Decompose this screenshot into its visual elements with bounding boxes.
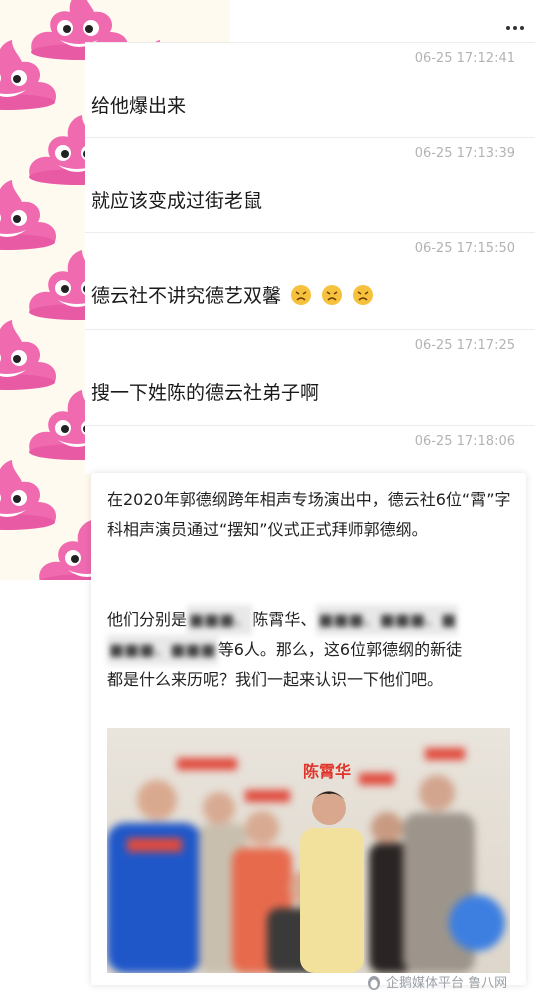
penguin-logo-icon [368,975,380,990]
source-watermark: 企鹅媒体平台 鲁八网 [366,972,507,991]
comment-card[interactable]: 06-25 17:12:41 给他爆出来 [85,42,535,138]
photo-name-label: 陈霄华 [303,762,352,781]
article-paragraph-2: 他们分别是 ■■■、 陈霄华、 ■■■、■■■、■ ■■■、■■■ 等6人。那么，这6位… [107,605,512,695]
comment-timestamp: 06-25 17:17:25 [414,338,515,353]
comment-text: 德云社不讲究德艺双馨 [91,285,282,307]
comment-timestamp: 06-25 17:15:50 [414,241,515,256]
more-dots-icon [506,26,510,30]
more-options-button[interactable] [500,16,530,40]
center-person [300,791,364,973]
shared-article-card[interactable]: 在2020年郭德纲跨年相声专场演出中，德云社6位“霄”字科相声演员通过“摆知”仪… [91,473,526,985]
angry-face-icon [291,285,312,305]
comment-card[interactable]: 06-25 17:13:39 就应该变成过街老鼠 [85,137,535,233]
comment-text-row: 德云社不讲究德艺双馨 [91,281,377,311]
comment-timestamp: 06-25 17:18:06 [414,434,515,449]
comment-card[interactable]: 06-25 17:17:25 搜一下姓陈的德云社弟子啊 [85,329,535,426]
comment-timestamp: 06-25 17:13:39 [414,146,515,161]
emoji-group [290,284,377,311]
angry-face-icon [353,285,374,305]
comment-text: 搜一下姓陈的德云社弟子啊 [91,382,320,404]
comment-card[interactable]: 06-25 17:15:50 德云社不讲究德艺双馨 [85,232,535,330]
comment-text: 给他爆出来 [91,95,187,117]
article-photo[interactable]: 陈霄华 [107,728,510,973]
angry-face-icon [322,285,343,305]
comment-card[interactable]: 06-25 17:18:06 [85,425,535,474]
article-paragraph-1: 在2020年郭德纲跨年相声专场演出中，德云社6位“霄”字科相声演员通过“摆知”仪… [107,490,511,539]
comment-text: 就应该变成过街老鼠 [91,190,263,212]
comment-timestamp: 06-25 17:12:41 [414,51,515,66]
